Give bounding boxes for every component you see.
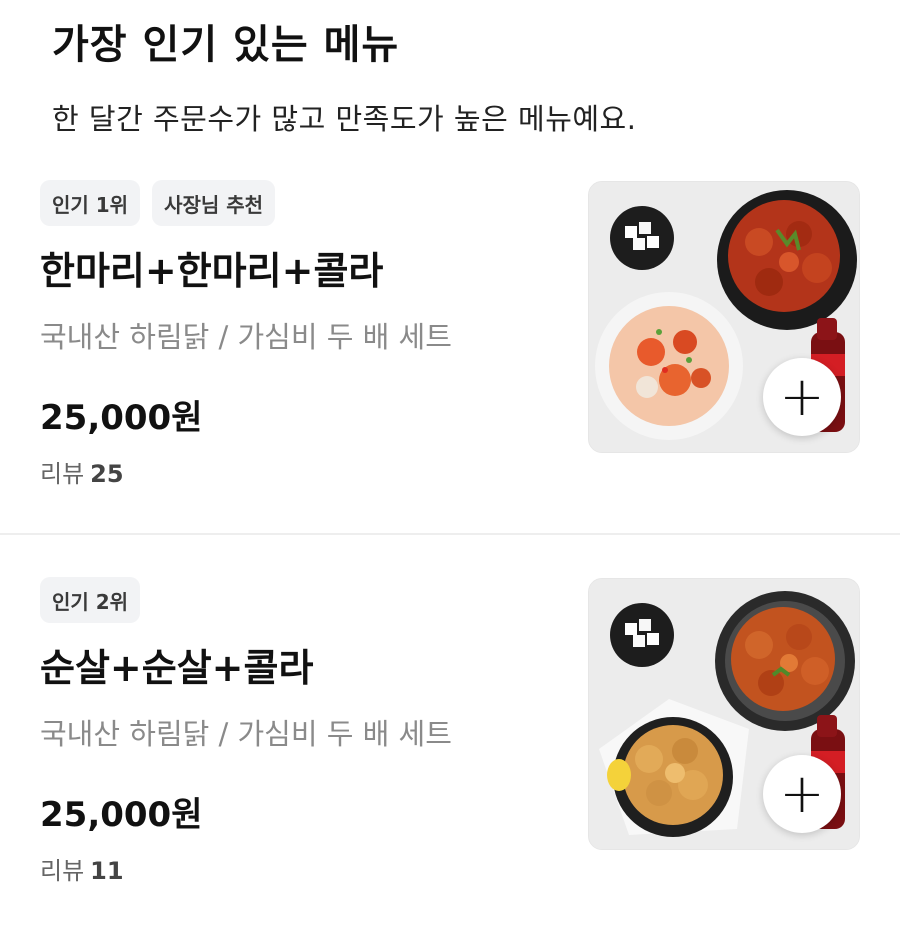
menu-item-price: 25,000원 [40, 795, 203, 835]
review-count: 11 [90, 857, 124, 885]
badge-group: 인기 1위 사장님 추천 [40, 180, 276, 226]
menu-item-review: 리뷰 11 [40, 851, 124, 886]
section-divider [0, 533, 900, 535]
menu-item-photo[interactable]: + [588, 578, 860, 850]
menu-item-name: 한마리+한마리+콜라 [40, 249, 384, 293]
section-title: 가장 인기 있는 메뉴 [52, 22, 400, 68]
menu-item-review: 리뷰 25 [40, 454, 124, 489]
popular-menu-header: 가장 인기 있는 메뉴 한 달간 주문수가 많고 만족도가 높은 메뉴예요. [0, 0, 900, 160]
badge-group: 인기 2위 [40, 577, 141, 623]
section-subtitle: 한 달간 주문수가 많고 만족도가 높은 메뉴예요. [52, 102, 637, 136]
review-label: 리뷰 [40, 857, 85, 885]
add-to-cart-button[interactable]: + [763, 755, 841, 833]
menu-item-description: 국내산 하림닭 / 가심비 두 배 세트 [40, 717, 452, 751]
menu-item[interactable]: 인기 1위 사장님 추천 한마리+한마리+콜라 국내산 하림닭 / 가심비 두 … [0, 140, 900, 535]
menu-item-photo[interactable]: + [588, 181, 860, 453]
add-to-cart-button[interactable]: + [763, 358, 841, 436]
review-count: 25 [90, 460, 124, 488]
popularity-rank-badge: 인기 1위 [40, 180, 141, 226]
menu-item[interactable]: 인기 2위 순살+순살+콜라 국내산 하림닭 / 가심비 두 배 세트 25,0… [0, 537, 900, 932]
menu-item-price: 25,000원 [40, 398, 203, 438]
menu-item-description: 국내산 하림닭 / 가심비 두 배 세트 [40, 320, 452, 354]
popularity-rank-badge: 인기 2위 [40, 577, 141, 623]
menu-item-name: 순살+순살+콜라 [40, 646, 314, 690]
review-label: 리뷰 [40, 460, 85, 488]
owner-recommend-badge: 사장님 추천 [152, 180, 276, 226]
